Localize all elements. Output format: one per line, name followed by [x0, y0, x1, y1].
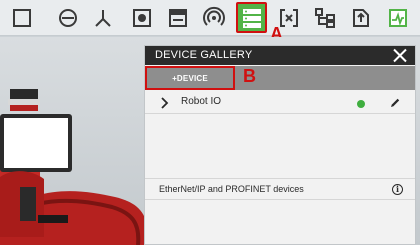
- device-row[interactable]: Robot IO: [145, 92, 415, 114]
- signal-icon[interactable]: [199, 3, 229, 33]
- square-icon[interactable]: [7, 3, 37, 33]
- device-gallery-panel: DEVICE GALLERY +DEVICE Robot IO EtherNet…: [144, 45, 416, 245]
- device-name: Robot IO: [181, 96, 222, 107]
- info-icon[interactable]: i: [392, 184, 403, 195]
- circle-minus-icon[interactable]: [53, 3, 83, 33]
- annotation-b: B: [243, 66, 256, 86]
- device-list-icon[interactable]: [236, 2, 267, 33]
- panel-header: DEVICE GALLERY: [145, 46, 415, 65]
- panel-footer: EtherNet/IP and PROFINET devices i: [145, 178, 415, 200]
- tree-icon[interactable]: [310, 3, 340, 33]
- panel-toolbar: +DEVICE: [145, 66, 415, 90]
- add-device-button[interactable]: +DEVICE: [145, 66, 235, 90]
- pencil-icon[interactable]: [389, 97, 401, 109]
- top-toolbar: [0, 0, 420, 36]
- tripod-icon[interactable]: [88, 3, 118, 33]
- camera-frame-icon[interactable]: [127, 3, 157, 33]
- panel-title: DEVICE GALLERY: [155, 49, 253, 61]
- close-icon[interactable]: [393, 48, 407, 62]
- export-icon[interactable]: [346, 3, 376, 33]
- chart-icon[interactable]: [383, 3, 413, 33]
- footer-text: EtherNet/IP and PROFINET devices: [159, 184, 304, 194]
- window-icon[interactable]: [163, 3, 193, 33]
- status-dot-icon: [357, 100, 365, 108]
- chevron-right-icon[interactable]: [159, 96, 171, 110]
